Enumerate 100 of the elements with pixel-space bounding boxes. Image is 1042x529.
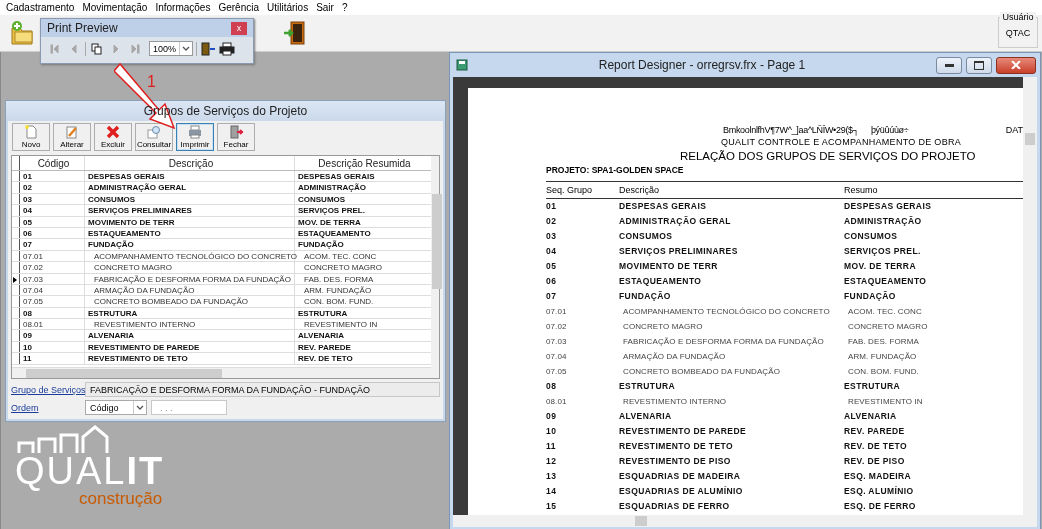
- toolbar-button[interactable]: Novo: [12, 123, 50, 151]
- table-cell: 08: [20, 307, 85, 319]
- menu-item[interactable]: Utilitários: [263, 2, 313, 13]
- report-cell-text: ARMAÇÃO DA FUNDAÇÃO: [622, 351, 727, 363]
- order-dropdown[interactable]: Código: [85, 400, 147, 415]
- report-cell-text: 08.01: [546, 396, 568, 408]
- search-field[interactable]: . . .: [151, 400, 227, 415]
- close-icon: [1011, 61, 1021, 69]
- vertical-scrollbar[interactable]: [431, 156, 439, 378]
- toolbar-button[interactable]: Imprimir: [176, 123, 214, 151]
- report-cell-text: 07.04: [546, 351, 568, 363]
- table-cell: MOVIMENTO DE TERR: [85, 216, 295, 227]
- report-cell-text: ESTAQUEAMENTO: [619, 275, 703, 288]
- report-cell-text: ESQ. MADEIRA: [844, 470, 912, 483]
- report-cell-text: ACOM. TEC. CONC: [847, 306, 922, 318]
- menu-item[interactable]: Cadastramento: [2, 2, 79, 13]
- exit-door-icon[interactable]: [196, 41, 216, 56]
- report-cell-text: CONSUMOS: [844, 230, 898, 243]
- report-cell-text: FAB. DES. FORMA: [847, 336, 919, 348]
- report-cell-text: 07.03: [546, 336, 568, 348]
- table-cell-text: CONCRETO MAGRO: [303, 262, 384, 273]
- report-cell-text: REV. DE TETO: [844, 440, 907, 453]
- window-title: Print Preview: [47, 21, 118, 35]
- toolbar-button[interactable]: Fechar: [217, 123, 255, 151]
- search-icon: [146, 125, 162, 139]
- logo-tagline: construção: [79, 490, 164, 508]
- report-cell-text: 04: [546, 245, 558, 258]
- table-cell: ADMINISTRAÇÃO GERAL: [85, 182, 295, 193]
- report-cell-text: CON. BOM. FUND.: [847, 366, 919, 378]
- report-cell-text: ADMINISTRAÇÃO GERAL: [619, 215, 732, 228]
- exit-door-icon[interactable]: [283, 20, 305, 46]
- horizontal-scrollbar[interactable]: [453, 515, 1037, 527]
- column-header[interactable]: Código: [20, 156, 85, 170]
- minimize-button[interactable]: [936, 56, 962, 74]
- report-cell-text: CONCRETO BOMBEADO DA FUNDAÇÃO: [622, 366, 781, 378]
- report-cell-text: 09: [546, 410, 558, 423]
- folder-icon[interactable]: [10, 20, 34, 46]
- project-label: PROJETO: SPA1-GOLDEN SPACE: [546, 164, 685, 177]
- field-label[interactable]: Ordem: [11, 402, 81, 413]
- group-field[interactable]: FABRICAÇÃO E DESFORMA FORMA DA FUNDAÇÃO - FUNDAÇÃO: [85, 382, 440, 397]
- report-cell-text: ESTRUTURA: [844, 380, 900, 393]
- report-cell-text: MOVIMENTO DE TERR: [619, 260, 719, 273]
- table-cell: FUNDAÇÃO: [85, 239, 295, 250]
- report-cell-text: ALVENARIA: [619, 410, 673, 423]
- report-cell-text: ESQUADRIAS DE FERRO: [619, 500, 731, 513]
- report-cell-text: CONCRETO MAGRO: [622, 321, 704, 333]
- table-cell: 05: [20, 216, 85, 227]
- table-cell: ALVENARIA: [85, 330, 295, 341]
- table-cell: 07.05: [20, 296, 85, 307]
- column-header[interactable]: Descrição: [85, 156, 295, 170]
- report-cell-text: 07.02: [546, 321, 568, 333]
- menu-item[interactable]: ?: [337, 2, 352, 13]
- table-cell: REVESTIMENTO INTERNO: [85, 319, 295, 330]
- page-icon: [23, 125, 39, 139]
- annotation-number: 1: [147, 74, 156, 90]
- maximize-button[interactable]: [966, 56, 992, 74]
- menu-item[interactable]: Sair: [312, 2, 338, 13]
- column-header[interactable]: Descrição Resumida: [295, 156, 431, 170]
- column-header: Descrição: [619, 184, 660, 197]
- column-header: Resumo: [844, 184, 878, 197]
- delete-icon: [105, 125, 121, 139]
- report-cell-text: CONCRETO MAGRO: [847, 321, 928, 333]
- logo-text: QUALIT: [15, 452, 166, 490]
- table-cell-text: REVESTIMENTO IN: [303, 319, 379, 330]
- report-cell-text: SERVIÇOS PREL.: [844, 245, 921, 258]
- report-cell-text: ESQ. ALUMÍNIO: [844, 485, 914, 498]
- toolbar-button[interactable]: Alterar: [53, 123, 91, 151]
- menu-item[interactable]: Gerência: [214, 2, 263, 13]
- report-cell-text: ACOMPANHAMENTO TECNOLÓGICO DO CONCRETO: [622, 306, 831, 318]
- table-cell: ACOMPANHAMENTO TECNOLÓGICO DO CONCRETO: [85, 250, 295, 262]
- window-title: Report Designer - orregrsv.frx - Page 1: [597, 58, 807, 72]
- table-cell: REVESTIMENTO DE PAREDE: [85, 341, 295, 353]
- table-cell: 02: [20, 182, 85, 193]
- close-button[interactable]: x: [231, 21, 247, 35]
- table-cell: 07.04: [20, 284, 85, 296]
- report-title: RELAÇÃO DOS GRUPOS DE SERVIÇOS DO PROJETO: [680, 149, 977, 164]
- table-cell: 11: [20, 353, 85, 364]
- close-button[interactable]: [996, 56, 1036, 74]
- printer-icon[interactable]: [219, 41, 235, 56]
- report-cell-text: 08: [546, 380, 558, 393]
- toolbar-button[interactable]: Consultar: [135, 123, 173, 151]
- table-cell-text: ARM. FUNDAÇÃO: [303, 284, 373, 296]
- zoom-dropdown[interactable]: 100%: [149, 41, 193, 56]
- pages-icon[interactable]: [85, 41, 105, 56]
- table-cell: DESPESAS GERAIS: [85, 171, 295, 182]
- menu-item[interactable]: Movimentação: [78, 2, 152, 13]
- vertical-scrollbar[interactable]: [1023, 77, 1037, 515]
- horizontal-scrollbar[interactable]: [12, 367, 431, 378]
- report-cell-text: REV. PAREDE: [844, 425, 905, 438]
- exit-door-icon: [228, 125, 244, 139]
- toolbar-button[interactable]: Excluir: [94, 123, 132, 151]
- table-cell: 06: [20, 227, 85, 239]
- table-cell-text: FAB. DES. FORMA: [303, 273, 375, 284]
- report-cell-text: 07.05: [546, 366, 568, 378]
- menu-item[interactable]: Informações: [151, 2, 215, 13]
- report-cell-text: ESQUADRIAS DE MADEIRA: [619, 470, 742, 483]
- table-cell-text: CONSUMOS: [297, 193, 347, 205]
- caret-icon: [133, 401, 146, 414]
- table-cell-text: ALVENARIA: [297, 330, 346, 341]
- table-cell-text: REV. PAREDE: [297, 341, 352, 353]
